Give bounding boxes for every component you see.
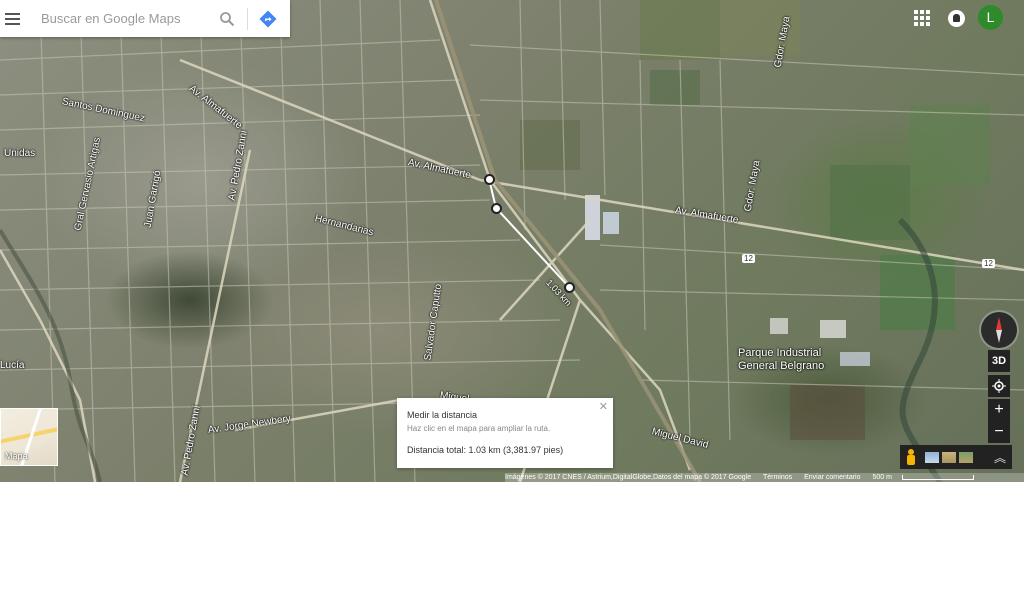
street-label-unidas: Unidas	[4, 148, 36, 159]
imagery-credit: Imágenes © 2017 CNES / Astrium,DigitalGl…	[505, 474, 752, 481]
imagery-thumbnail-3[interactable]	[959, 451, 973, 463]
notifications-icon[interactable]	[948, 10, 965, 27]
imagery-thumbnail-1[interactable]	[925, 451, 939, 463]
measure-title: Medir la distancia	[407, 410, 478, 420]
measure-hint: Haz clic en el mapa para ampliar la ruta…	[407, 424, 551, 433]
measure-total-distance: Distancia total: 1.03 km (3,381.97 pies)	[407, 445, 564, 455]
feedback-link[interactable]: Enviar comentario	[804, 474, 860, 481]
measure-point-start[interactable]	[484, 174, 495, 185]
close-icon[interactable]: ✕	[599, 400, 608, 413]
search-icon[interactable]	[213, 5, 241, 33]
measure-distance-card: Medir la distancia Haz clic en el mapa p…	[397, 398, 613, 468]
place-label-parque-industrial-2: General Belgrano	[738, 360, 825, 372]
pegman-icon[interactable]	[900, 445, 922, 469]
street-label-lucia: Lucía	[0, 360, 25, 371]
apps-grid-icon[interactable]	[914, 10, 930, 26]
compass-icon[interactable]	[981, 312, 1017, 348]
zoom-in-button[interactable]: +	[988, 399, 1010, 421]
search-input[interactable]	[39, 2, 213, 35]
tilt-3d-button[interactable]: 3D	[988, 350, 1010, 372]
terms-link[interactable]: Términos	[763, 474, 792, 481]
imagery-thumbnail-2[interactable]	[942, 451, 956, 463]
map-attribution: Imágenes © 2017 CNES / Astrium,DigitalGl…	[505, 473, 1024, 482]
map-type-label: Mapa	[5, 451, 28, 461]
user-avatar[interactable]: L	[978, 5, 1003, 30]
hamburger-menu-icon[interactable]	[3, 0, 27, 37]
route-shield-12-b: 12	[982, 259, 995, 268]
place-label-parque-industrial-1: Parque Industrial	[738, 347, 822, 359]
search-box	[0, 0, 290, 37]
expand-icon[interactable]: ︽	[994, 449, 1006, 466]
scale-bar[interactable]	[901, 474, 974, 480]
search-divider	[247, 7, 248, 30]
route-shield-12-a: 12	[742, 254, 755, 263]
scale-label[interactable]: 500 m	[872, 474, 891, 481]
zoom-out-button[interactable]: −	[988, 421, 1010, 443]
imagery-strip: ︽	[900, 445, 1012, 469]
map-type-toggle-button[interactable]: Mapa	[0, 408, 58, 466]
my-location-icon[interactable]	[988, 375, 1010, 397]
measure-point-middle[interactable]	[491, 203, 502, 214]
measure-point-end[interactable]	[564, 282, 575, 293]
directions-icon[interactable]	[254, 5, 282, 33]
